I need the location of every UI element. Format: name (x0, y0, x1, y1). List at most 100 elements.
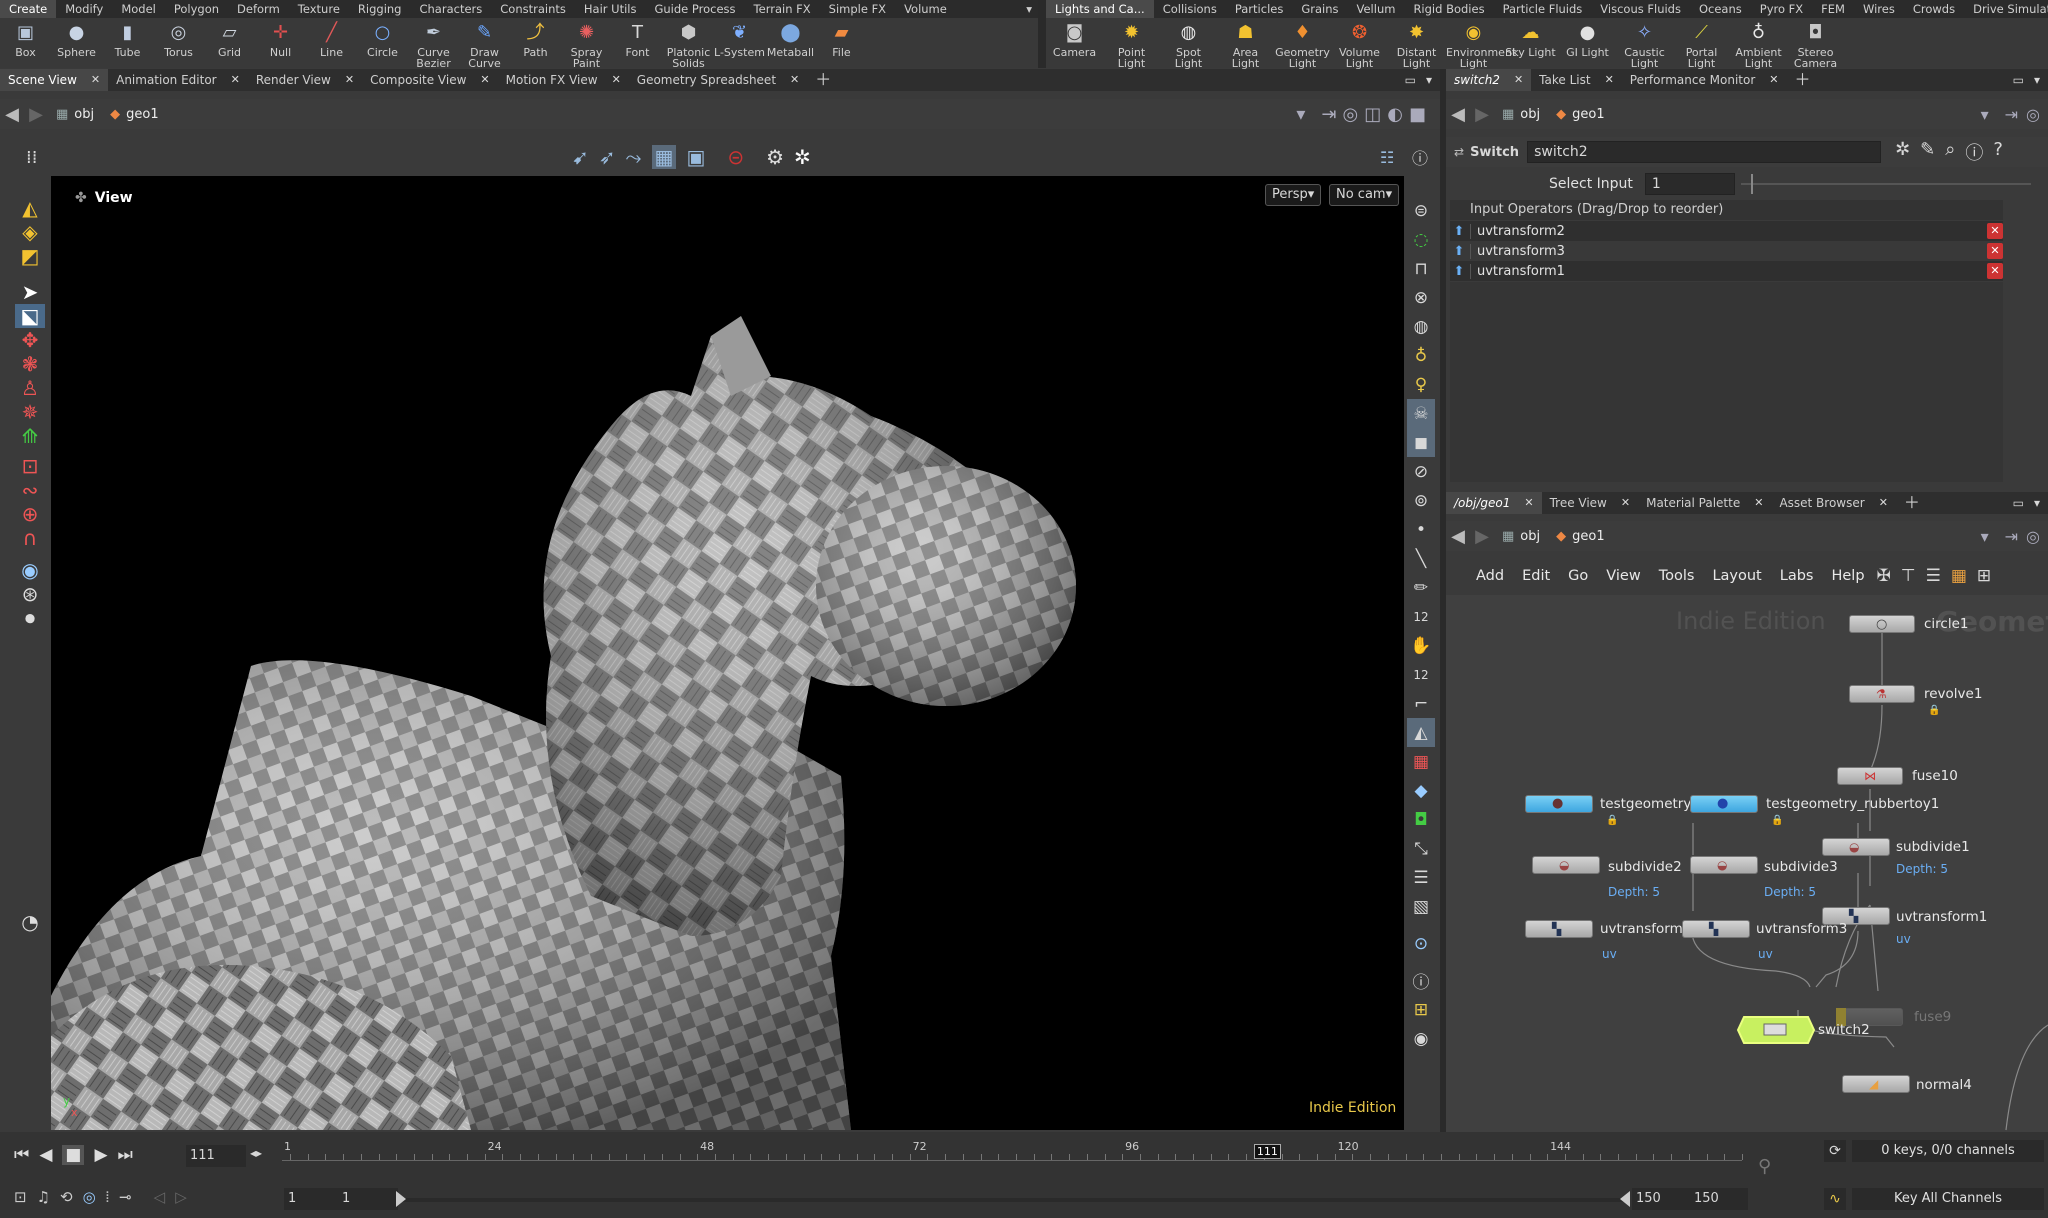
link-icon[interactable]: ◎ (1343, 104, 1359, 125)
visibility-icon[interactable]: ⊜ (1407, 196, 1435, 225)
picture-icon[interactable]: ▧ (1407, 892, 1435, 921)
dots-grid-icon[interactable]: ⁞⁞ (26, 147, 37, 168)
pane-menu-icon[interactable]: ▾ (2034, 496, 2040, 510)
path-dropdown-icon[interactable]: ▾ (1981, 527, 1989, 546)
forward-arrow-icon[interactable]: ▶ (24, 102, 48, 126)
node-fuse10[interactable]: ⋈ (1837, 767, 1903, 785)
tab-take-list[interactable]: Take List ✕ (1531, 69, 1622, 91)
close-icon[interactable]: ✕ (1769, 69, 1778, 91)
jump-icon[interactable]: ⬆ (1450, 224, 1468, 239)
shelf-tool-stereo-camera[interactable]: ◘ Stereo Camera (1787, 18, 1844, 69)
pane-menu-icon[interactable]: ▾ (1426, 73, 1432, 87)
eye-icon[interactable]: ◉ (1407, 1024, 1435, 1053)
back-arrow-icon[interactable]: ◀ (1446, 524, 1470, 548)
remove-input-icon[interactable]: ✕ (1987, 223, 2003, 239)
path-segment-geo1[interactable]: ◆ geo1 (1548, 525, 1612, 547)
help-icon[interactable]: ? (1993, 139, 2003, 165)
tab-motion-fx-view[interactable]: Motion FX View ✕ (498, 69, 629, 91)
close-icon[interactable]: ✕ (91, 69, 100, 91)
shelf-tool-path[interactable]: ⤴ Path (510, 18, 561, 58)
shelf-tab[interactable]: Model (112, 0, 165, 18)
shelf-tool-sphere[interactable]: ● Sphere (51, 18, 102, 58)
help-icon[interactable]: ⓘ (1412, 145, 1428, 169)
persp-menu[interactable]: Persp▾ (1265, 184, 1322, 206)
magnet-curve-icon[interactable]: ∾ (15, 478, 45, 502)
stop-icon[interactable]: ■ (62, 1145, 85, 1165)
light2-icon[interactable]: ♀ (1407, 370, 1435, 399)
select-point-icon[interactable]: ➶ (599, 145, 616, 169)
key-icon[interactable]: ⚲ (1758, 1156, 1771, 1177)
node-testgeometry-rubbertoy1[interactable]: ● (1690, 795, 1758, 813)
record-icon[interactable]: ◔ (15, 910, 45, 934)
tab-asset-browser[interactable]: Asset Browser ✕ (1771, 492, 1895, 514)
refresh-icon[interactable]: ⟳ (1824, 1140, 1846, 1162)
remove-input-icon[interactable]: ✕ (1987, 243, 2003, 259)
current-frame-field[interactable]: 111 (186, 1145, 246, 1167)
path-segment-obj[interactable]: ▦ obj (1494, 103, 1548, 125)
light-icon[interactable]: ♁ (1407, 341, 1435, 370)
viewport[interactable]: ✤ View Persp▾ No cam▾ Indie Edition y x (51, 176, 1404, 1130)
select-mode-icon[interactable]: ➹ (572, 145, 589, 169)
number2-icon[interactable]: 12 (1407, 660, 1435, 689)
shelf-tab[interactable]: Pyro FX (1751, 0, 1812, 18)
shelf-tab[interactable]: Viscous Fluids (1591, 0, 1690, 18)
shelf-tool-caustic-light[interactable]: ✧ Caustic Light (1616, 18, 1673, 69)
node-subdivide2[interactable]: ◒ (1532, 856, 1600, 874)
jump-end-icon[interactable]: ⏭ (118, 1145, 133, 1165)
node-uvtransform[interactable]: ▚ (1525, 920, 1593, 938)
menu-edit[interactable]: Edit (1522, 568, 1550, 584)
realtime-icon[interactable]: ⊡ (14, 1188, 27, 1206)
node-circle1[interactable]: ○ (1849, 615, 1915, 633)
point-icon[interactable]: • (1407, 515, 1435, 544)
shelf-tool-environment-light[interactable]: ◉ Environment Light (1445, 18, 1516, 69)
shelf-tool-line[interactable]: ╱ Line (306, 18, 357, 58)
path-segment-geo1[interactable]: ◆ geo1 (1548, 103, 1612, 125)
tab-tree-view[interactable]: Tree View ✕ (1542, 492, 1639, 514)
select-tool-icon[interactable]: ➤ (15, 280, 45, 304)
bounds-icon[interactable]: ◘ (1407, 805, 1435, 834)
info-icon[interactable]: ⓘ (1407, 966, 1435, 995)
shelf-tool-grid[interactable]: ▱ Grid (204, 18, 255, 58)
tab-switch2[interactable]: switch2 ✕ (1446, 69, 1532, 91)
play-reverse-icon[interactable]: ◀ (39, 1145, 52, 1165)
shelf-tool-camera[interactable]: ◙ Camera (1046, 18, 1103, 58)
tree-icon[interactable]: ⊤ (1901, 566, 1916, 586)
viewport-title[interactable]: ✤ View (75, 190, 133, 206)
magnet-icon[interactable]: ∩ (15, 526, 45, 550)
camera-tool-icon[interactable]: ◉ (15, 558, 45, 582)
select-face-icon[interactable]: ▦ (651, 145, 677, 169)
node-subdivide1[interactable]: ◒ (1822, 838, 1890, 856)
node-uvtransform3[interactable]: ▚ (1682, 920, 1750, 938)
forward-arrow-icon[interactable]: ▶ (1470, 524, 1494, 548)
shelf-tab[interactable]: Vellum (1348, 0, 1405, 18)
color-palette-icon[interactable]: ▦ (1951, 566, 1967, 586)
shelf-tool-tube[interactable]: ▮ Tube (102, 18, 153, 58)
tab-composite-view[interactable]: Composite View ✕ (362, 69, 498, 91)
shelf-tool-portal-light[interactable]: ⟋ Portal Light (1673, 18, 1730, 69)
keyframe-mode-icon[interactable]: ⊸ (119, 1188, 132, 1206)
scale-tool-icon[interactable]: ◩ (15, 244, 45, 268)
shelf-dropdown-icon[interactable]: ▾ (1017, 0, 1038, 18)
isolate-icon[interactable]: ⊗ (1407, 283, 1435, 312)
path-segment-obj[interactable]: ▦ obj (1494, 525, 1548, 547)
range-start-field[interactable]: 1 (284, 1188, 344, 1210)
shelf-tab[interactable]: Texture (289, 0, 349, 18)
jump-start-icon[interactable]: ⏮ (14, 1145, 29, 1165)
pin-icon[interactable]: ⇥ (2005, 105, 2018, 124)
shelf-tool-font[interactable]: T Font (612, 18, 663, 58)
brush-icon[interactable]: ✎ (1920, 139, 1935, 165)
transform-tool-icon[interactable]: ✥ (15, 328, 45, 352)
wrench-icon[interactable]: ✠ (1877, 566, 1891, 586)
no-entry-icon[interactable]: ⊝ (727, 145, 744, 169)
shelf-tab[interactable]: Deform (228, 0, 289, 18)
lock-tool-icon[interactable]: ⬕ (15, 304, 45, 328)
tab-scene-view[interactable]: Scene View ✕ (0, 69, 109, 91)
link-icon[interactable]: ◎ (2026, 105, 2040, 124)
shelf-tool-draw-curve[interactable]: ✎ Draw Curve (459, 18, 510, 69)
snap-tool-icon[interactable]: ⟰ (15, 424, 45, 448)
shelf-tool-volume-light[interactable]: ❂ Volume Light (1331, 18, 1388, 69)
close-icon[interactable]: ✕ (345, 69, 354, 91)
link-icon[interactable]: ◎ (2026, 527, 2040, 546)
orbit2-icon[interactable]: ⊚ (1407, 486, 1435, 515)
node-subdivide3[interactable]: ◒ (1690, 856, 1758, 874)
